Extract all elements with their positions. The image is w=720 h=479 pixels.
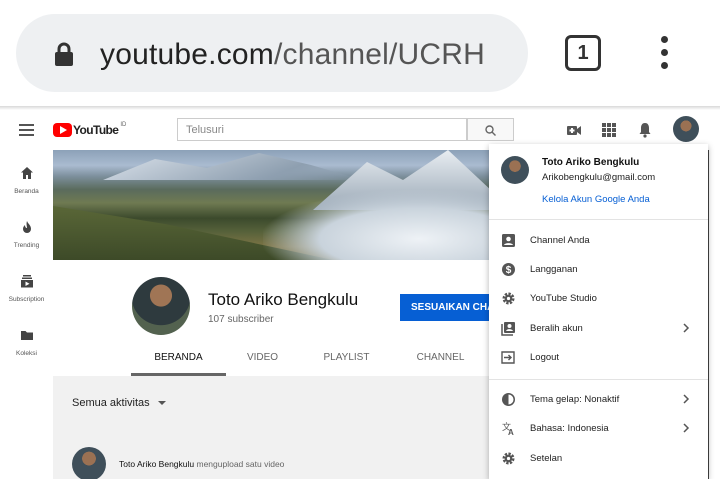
create-video-icon[interactable] <box>566 122 582 138</box>
address-bar[interactable]: youtube.com/channel/UCRH <box>16 14 528 92</box>
tab-playlist[interactable]: PLAYLIST <box>299 352 394 363</box>
sidebar-item-beranda[interactable]: Beranda <box>0 166 53 195</box>
subscriber-count: 107 subscriber <box>208 314 274 325</box>
url-path: /channel/UCRH <box>273 38 485 71</box>
svg-text:$: $ <box>506 265 512 276</box>
menu-item-label: Channel Anda <box>530 235 590 246</box>
logo-text: YouTube <box>73 123 119 137</box>
folder-icon <box>20 331 33 340</box>
sidebar-item-subscription[interactable]: Subscription <box>0 274 53 303</box>
menu-item-settings[interactable]: Setelan <box>489 444 708 473</box>
feed-item-text: Toto Ariko Bengkulu mengupload satu vide… <box>119 459 284 469</box>
sidebar-item-label: Subscription <box>8 296 45 303</box>
menu-item-label: Bahasa: Indonesia <box>530 423 609 434</box>
account-email: Arikobengkulu@gmail.com <box>542 172 656 183</box>
feed-item-action: mengupload satu video <box>194 459 285 469</box>
sidebar-item-label: Trending <box>13 242 40 249</box>
tab-channel[interactable]: CHANNEL <box>393 352 488 363</box>
menu-item-langganan[interactable]: $ Langganan <box>489 255 708 284</box>
menu-divider <box>489 379 708 380</box>
menu-item-logout[interactable]: Logout <box>489 343 708 372</box>
gear-icon <box>502 292 515 305</box>
switch-account-icon <box>501 322 515 336</box>
tab-video[interactable]: VIDEO <box>215 352 310 363</box>
dollar-icon: $ <box>502 263 515 276</box>
tab-beranda[interactable]: BERANDA <box>131 352 226 363</box>
apps-grid-icon[interactable] <box>601 122 617 138</box>
activity-filter-dropdown[interactable]: Semua aktivitas <box>72 397 166 409</box>
search-input[interactable]: Telusuri <box>177 118 467 141</box>
dark-theme-icon <box>502 393 515 406</box>
sidebar-item-koleksi[interactable]: Koleksi <box>0 328 53 357</box>
menu-item-dark-theme[interactable]: Tema gelap: Nonaktif <box>489 385 708 414</box>
subscriptions-icon <box>20 275 33 288</box>
sidebar-item-trending[interactable]: Trending <box>0 220 53 249</box>
chevron-right-icon <box>683 394 690 404</box>
menu-item-youtube-studio[interactable]: YouTube Studio <box>489 284 708 313</box>
logout-icon <box>501 351 515 364</box>
account-header: Toto Ariko Bengkulu Arikobengkulu@gmail.… <box>489 144 708 220</box>
menu-item-label: Logout <box>530 352 560 363</box>
chevron-right-icon <box>683 323 690 333</box>
more-options-icon[interactable] <box>658 36 670 72</box>
flame-icon <box>22 221 31 233</box>
youtube-play-icon <box>53 123 72 137</box>
account-name: Toto Ariko Bengkulu <box>542 157 640 168</box>
youtube-page: YouTube ID Telusuri Beranda Trending Sub… <box>0 110 720 479</box>
browser-chrome: youtube.com/channel/UCRH 1 <box>0 0 720 108</box>
channel-name: Toto Ariko Bengkulu <box>208 290 359 309</box>
notifications-bell-icon[interactable] <box>637 122 653 138</box>
account-menu: Toto Ariko Bengkulu Arikobengkulu@gmail.… <box>489 144 708 479</box>
url-text: youtube.com/channel/UCRH <box>100 38 485 72</box>
sidebar-item-label: Koleksi <box>16 350 37 357</box>
menu-item-label: Setelan <box>530 453 563 464</box>
manage-google-account-link[interactable]: Kelola Akun Google Anda <box>542 194 650 205</box>
youtube-logo[interactable]: YouTube ID <box>53 122 126 138</box>
translate-icon: 文A <box>502 421 514 436</box>
menu-item-label: YouTube Studio <box>530 293 597 304</box>
account-box-icon <box>502 234 515 247</box>
caret-down-icon <box>157 401 166 406</box>
filter-label: Semua aktivitas <box>72 397 150 409</box>
chevron-right-icon <box>683 423 690 433</box>
feed-item-avatar[interactable] <box>72 447 106 479</box>
menu-item-beralih-akun[interactable]: Beralih akun <box>489 314 708 343</box>
search-icon <box>485 125 496 136</box>
menu-icon[interactable] <box>19 124 34 136</box>
channel-avatar <box>132 277 190 335</box>
feed-item-author[interactable]: Toto Ariko Bengkulu <box>119 459 194 469</box>
menu-item-language[interactable]: 文A Bahasa: Indonesia <box>489 414 708 443</box>
menu-item-label: Langganan <box>530 264 578 275</box>
menu-avatar <box>501 156 529 184</box>
menu-item-label: Tema gelap: Nonaktif <box>530 394 620 405</box>
sidebar: Beranda Trending Subscription Koleksi <box>0 150 53 479</box>
account-avatar-button[interactable] <box>673 116 699 142</box>
home-icon <box>20 167 33 179</box>
svg-text:A: A <box>508 428 514 436</box>
logo-region: ID <box>120 122 127 128</box>
menu-item-label: Beralih akun <box>530 323 583 334</box>
search-button[interactable] <box>467 118 514 141</box>
lock-icon <box>55 42 73 66</box>
page-edge <box>708 150 720 479</box>
tab-switcher-button[interactable]: 1 <box>565 35 601 71</box>
customize-channel-button[interactable]: SESUAIKAN CHANNEL <box>400 294 500 321</box>
sidebar-item-label: Beranda <box>14 188 39 195</box>
settings-icon <box>502 452 515 465</box>
menu-item-channel-anda[interactable]: Channel Anda <box>489 226 708 255</box>
url-domain: youtube.com <box>100 38 274 71</box>
